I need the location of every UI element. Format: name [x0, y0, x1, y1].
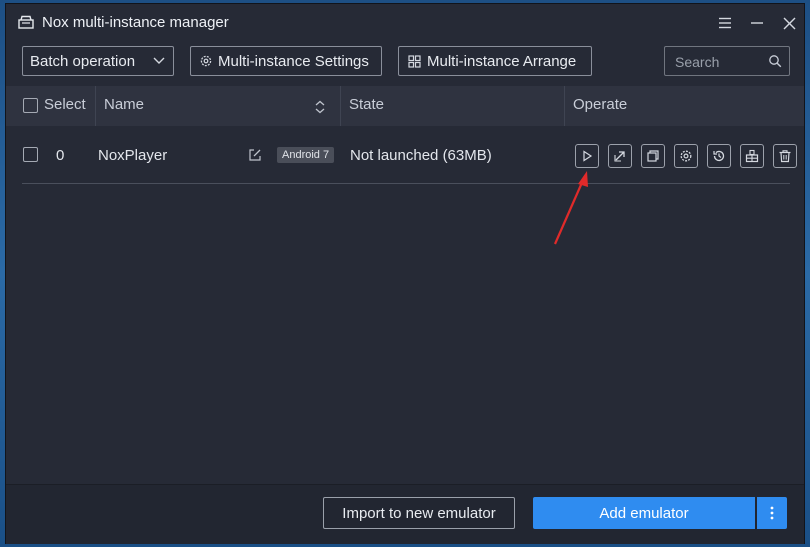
minimize-button[interactable]	[746, 12, 768, 34]
delete-button[interactable]	[773, 144, 797, 168]
annotation-arrow-icon	[553, 171, 588, 245]
trash-icon	[779, 150, 791, 163]
search-icon[interactable]	[768, 54, 782, 68]
multi-instance-arrange-label: Multi-instance Arrange	[427, 52, 577, 70]
import-button[interactable]: Import to new emulator	[323, 497, 515, 529]
select-all-checkbox[interactable]	[23, 98, 38, 113]
batch-operation-label: Batch operation	[30, 52, 136, 70]
table-header: Select a Name State Operate	[6, 86, 804, 126]
sort-icon[interactable]	[314, 100, 326, 114]
multi-instance-arrange-button[interactable]: Multi-instance Arrange	[398, 46, 592, 76]
add-emulator-more-button[interactable]	[757, 497, 787, 529]
app-manager-button[interactable]	[740, 144, 764, 168]
instance-index: 0	[56, 147, 65, 164]
add-emulator-button[interactable]: Add emulator	[533, 497, 755, 529]
window-title: Nox multi-instance manager	[42, 14, 229, 31]
clone-button[interactable]	[641, 144, 665, 168]
shortcut-icon	[614, 151, 625, 162]
menu-button[interactable]	[714, 12, 736, 34]
header-name[interactable]: Name	[104, 96, 144, 113]
minimize-icon	[751, 22, 763, 24]
table-row: 0 NoxPlayer Android 7 Not launched (63MB…	[22, 128, 797, 184]
header-operate: Operate	[573, 96, 628, 113]
column-divider	[340, 86, 341, 126]
multi-instance-window: Nox multi-instance manager Batch operati…	[6, 4, 804, 544]
header-state: State	[349, 96, 385, 113]
column-divider	[564, 86, 565, 126]
chevron-down-icon	[153, 57, 165, 64]
close-icon	[783, 17, 795, 29]
edit-icon[interactable]	[248, 148, 262, 162]
create-shortcut-button[interactable]	[608, 144, 632, 168]
header-select: Select a	[44, 96, 90, 113]
instance-settings-button[interactable]	[674, 144, 698, 168]
more-vertical-icon	[770, 506, 774, 520]
hamburger-icon	[719, 17, 731, 29]
multi-instance-settings-button[interactable]: Multi-instance Settings	[190, 46, 382, 76]
history-icon	[713, 150, 725, 162]
batch-operation-dropdown[interactable]: Batch operation	[22, 46, 174, 76]
search-input[interactable]	[673, 52, 769, 72]
footer-bar: Import to new emulator Add emulator	[6, 484, 804, 544]
title-bar: Nox multi-instance manager	[6, 4, 804, 42]
column-divider	[95, 86, 96, 126]
import-button-label: Import to new emulator	[342, 504, 496, 522]
backup-restore-button[interactable]	[707, 144, 731, 168]
search-box	[664, 46, 790, 76]
play-icon	[583, 150, 593, 162]
gear-icon	[680, 150, 692, 162]
gear-icon	[200, 55, 212, 67]
multi-instance-settings-label: Multi-instance Settings	[218, 52, 369, 70]
instance-name: NoxPlayer	[98, 147, 168, 164]
add-emulator-label: Add emulator	[599, 504, 689, 522]
row-checkbox[interactable]	[23, 147, 38, 162]
android-version-badge: Android 7	[277, 147, 335, 163]
instance-state: Not launched (63MB)	[350, 147, 492, 164]
grid-icon	[408, 54, 421, 68]
copy-icon	[647, 150, 659, 162]
close-button[interactable]	[778, 12, 800, 34]
app-icon	[18, 15, 34, 29]
apps-icon	[745, 149, 759, 163]
